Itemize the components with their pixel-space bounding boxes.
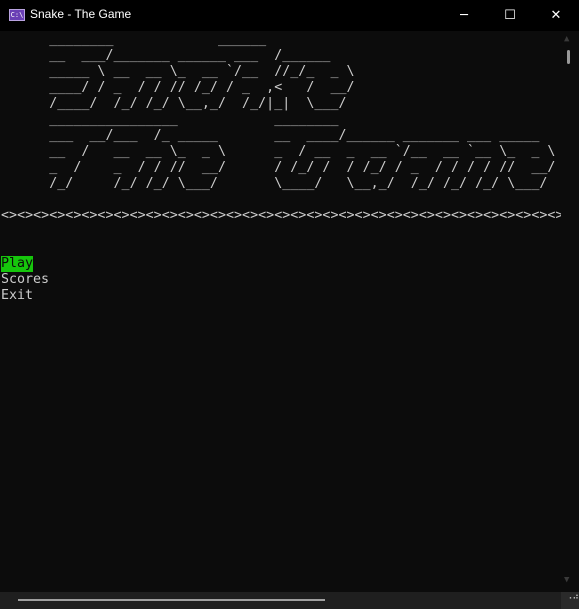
- console-output: ________ ______ __ ___/_______ ______ __…: [1, 32, 561, 592]
- scroll-down-icon[interactable]: ▼: [564, 575, 569, 585]
- resize-grip-icon[interactable]: ⠠⠴: [561, 592, 579, 609]
- vertical-scrollbar[interactable]: ▲ ▼: [561, 32, 578, 592]
- scroll-up-icon[interactable]: ▲: [564, 34, 569, 44]
- vertical-scroll-thumb[interactable]: [567, 50, 570, 64]
- menu-item-play[interactable]: Play: [1, 256, 34, 272]
- minimize-button[interactable]: ─: [441, 0, 487, 31]
- title-bar[interactable]: C:\ Snake - The Game ─ ☐ ✕: [0, 0, 579, 31]
- menu-item-exit[interactable]: Exit: [1, 288, 33, 304]
- maximize-button[interactable]: ☐: [487, 0, 533, 31]
- close-button[interactable]: ✕: [533, 0, 579, 31]
- console-icon: C:\: [9, 9, 25, 21]
- window-title: Snake - The Game: [30, 7, 132, 21]
- horizontal-scroll-thumb[interactable]: [18, 599, 325, 601]
- snake-ascii-art: ________ ______ __ ___/_______ ______ __…: [49, 32, 355, 111]
- horizontal-scrollbar[interactable]: [0, 592, 561, 609]
- main-menu: Play Scores Exit: [1, 256, 561, 304]
- the-game-ascii-art: ________________ ________ ___ __/___ /_ …: [49, 112, 556, 191]
- menu-item-scores[interactable]: Scores: [1, 272, 49, 288]
- separator-line: <><><><><><><><><><><><><><><><><><><><>…: [1, 208, 561, 223]
